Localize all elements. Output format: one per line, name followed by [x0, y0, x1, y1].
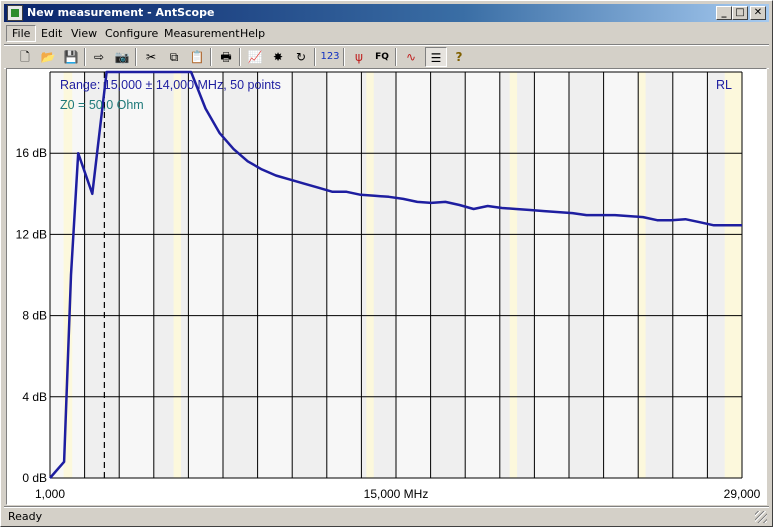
toolbar-separator: [314, 48, 316, 66]
x-tick-label: 15,000 MHz: [364, 487, 429, 501]
y-tick-label: 8 dB: [22, 309, 47, 323]
plot-stripe: [119, 72, 154, 478]
x-tick-label: 1,000: [35, 487, 65, 501]
chart-icon[interactable]: 📈: [244, 47, 266, 67]
app-icon[interactable]: [7, 5, 23, 21]
band-highlight: [509, 72, 518, 478]
band-highlight: [724, 72, 742, 478]
numbers-icon[interactable]: 123: [319, 47, 341, 67]
close-button[interactable]: ✕: [750, 6, 766, 20]
plot-stripe: [396, 72, 431, 478]
refresh-icon[interactable]: ↻: [290, 47, 312, 67]
list-icon[interactable]: ☰: [425, 47, 447, 67]
toolbar-separator: [210, 48, 212, 66]
plot-stripe: [534, 72, 569, 478]
window-title: New measurement - AntScope: [27, 6, 215, 19]
y-tick-label: 0 dB: [22, 471, 47, 485]
menu-bar: File Edit View Configure Measurement Hel…: [4, 24, 769, 43]
paste-icon[interactable]: 📋: [186, 47, 208, 67]
range-label: Range: 15,000 ± 14,000 MHz, 50 points: [60, 78, 281, 92]
status-text: Ready: [8, 510, 43, 523]
menu-view[interactable]: View: [66, 25, 102, 42]
title-bar[interactable]: New measurement - AntScope _ □ ✕: [4, 4, 769, 22]
frequency-icon[interactable]: FQ: [371, 47, 393, 67]
print-icon[interactable]: 🖶: [215, 47, 237, 67]
save-icon[interactable]: 💾: [60, 47, 82, 67]
band-highlight: [366, 72, 374, 478]
menu-configure[interactable]: Configure: [100, 25, 163, 42]
plot-stripe: [326, 72, 362, 478]
overlay-icon[interactable]: ∿: [400, 47, 422, 67]
resize-grip[interactable]: [755, 511, 767, 523]
band-highlight: [173, 72, 181, 478]
plot-stripe: [603, 72, 639, 478]
toolbar-separator: [343, 48, 345, 66]
y-tick-label: 4 dB: [22, 390, 47, 404]
plot-stripe: [257, 72, 293, 478]
return-loss-chart[interactable]: 0 dB 4 dB 8 dB 12 dB 16 dB 1,000 15,000 MHz 29,…: [7, 69, 766, 504]
export-icon[interactable]: ⇨: [88, 47, 110, 67]
z0-label: Z0 = 50,0 Ohm: [60, 98, 144, 112]
copy-icon[interactable]: ⧉: [163, 47, 185, 67]
status-bar: Ready: [4, 506, 769, 525]
menu-measurement[interactable]: Measurement: [159, 25, 245, 42]
toolbar-separator: [395, 48, 397, 66]
band-highlight: [638, 72, 646, 478]
menu-help[interactable]: Help: [235, 25, 270, 42]
antenna-icon[interactable]: ψ: [348, 47, 370, 67]
y-tick-label: 16 dB: [16, 146, 47, 160]
toolbar-separator: [135, 48, 137, 66]
plot-stripe: [465, 72, 500, 478]
menu-file[interactable]: File: [6, 25, 37, 42]
minimize-button[interactable]: _: [716, 6, 732, 20]
cut-icon[interactable]: ✂: [140, 47, 162, 67]
new-icon[interactable]: 🗋: [14, 47, 36, 67]
toolbar-separator: [239, 48, 241, 66]
toolbar: 🗋 📂 💾 ⇨ 📷 ✂ ⧉ 📋 🖶 📈 ✸ ↻ 123 ψ FQ ∿ ☰ ?: [4, 44, 769, 69]
menu-edit[interactable]: Edit: [36, 25, 67, 42]
maximize-button[interactable]: □: [732, 6, 748, 20]
plot-stripe: [188, 72, 223, 478]
camera-icon[interactable]: 📷: [111, 47, 133, 67]
open-icon[interactable]: 📂: [37, 47, 59, 67]
help-icon[interactable]: ?: [448, 47, 470, 67]
plot-stripe: [672, 72, 708, 478]
scan-icon[interactable]: ✸: [267, 47, 289, 67]
app-window: New measurement - AntScope _ □ ✕ File Ed…: [0, 0, 773, 527]
chart-panel: 0 dB 4 dB 8 dB 12 dB 16 dB 1,000 15,000 MHz 29,…: [6, 68, 767, 505]
toolbar-separator: [84, 48, 86, 66]
mode-label: RL: [716, 78, 732, 92]
y-tick-label: 12 dB: [16, 227, 47, 241]
x-tick-label: 29,000: [724, 487, 761, 501]
